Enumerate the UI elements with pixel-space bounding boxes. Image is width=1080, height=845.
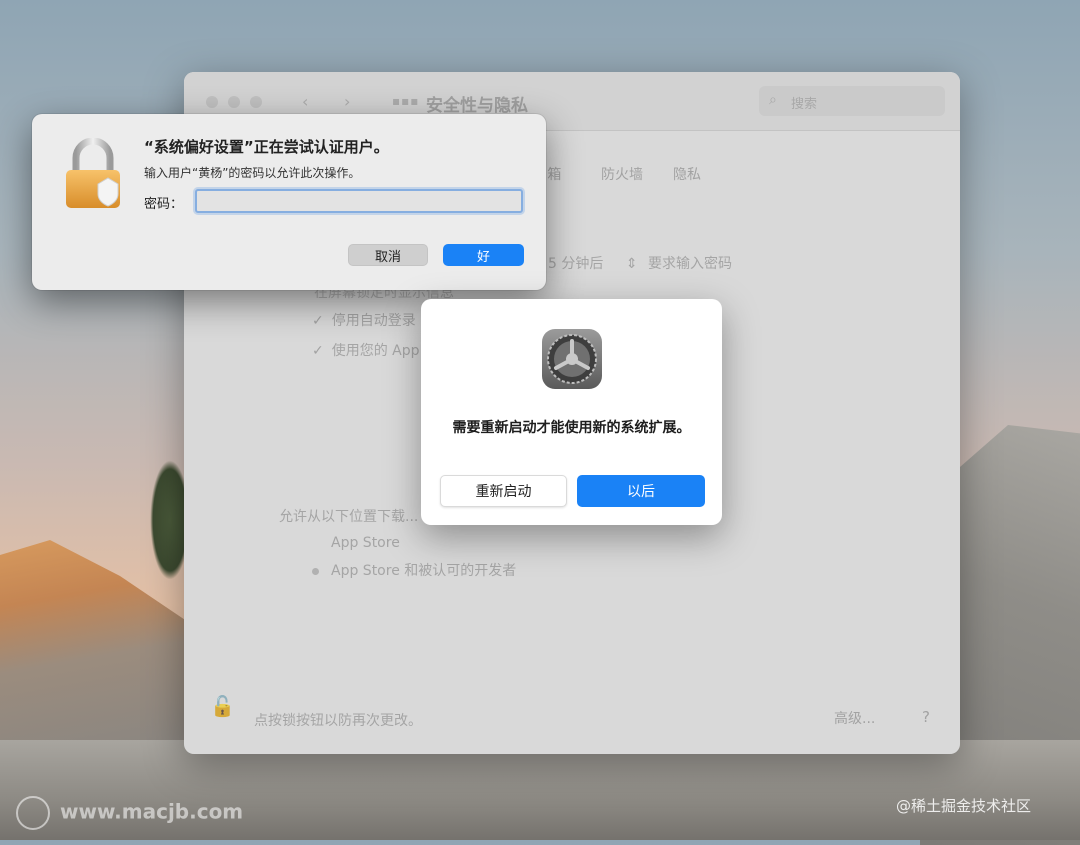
- radio-app-store-label: App Store: [331, 535, 400, 551]
- up-down-chevron-icon: ⇕: [625, 256, 638, 272]
- search-icon: ⌕: [769, 92, 777, 108]
- watermark-left-text: www.macjb.com: [60, 799, 244, 824]
- auth-dialog-subtitle: 输入用户“黄杨”的密码以允许此次操作。: [144, 166, 361, 180]
- password-field[interactable]: [195, 189, 523, 213]
- lock-hint: 点按锁按钮以防再次更改。: [254, 713, 422, 729]
- authentication-dialog: “系统偏好设置”正在尝试认证用户。 输入用户“黄杨”的密码以允许此次操作。 密码…: [32, 114, 546, 290]
- close-window-button[interactable]: [206, 96, 218, 108]
- use-apple-watch-checkbox[interactable]: ✓ 使用您的 App...: [312, 340, 433, 360]
- restart-button[interactable]: 重新启动: [440, 475, 567, 507]
- watermark-left: www.macjb.com: [16, 796, 243, 830]
- window-title: 安全性与隐私: [426, 96, 528, 116]
- watermark-right: @稀土掘金技术社区: [896, 797, 1032, 815]
- tab-firewall[interactable]: 防火墙: [601, 164, 643, 184]
- checkmark-icon: ✓: [312, 313, 324, 329]
- password-label: 密码：: [144, 197, 184, 212]
- watermark-logo-icon: [16, 796, 50, 830]
- radio-app-store-identified-label: App Store 和被认可的开发者: [331, 563, 517, 579]
- restart-required-alert: 需要重新启动才能使用新的系统扩展。 重新启动 以后: [421, 299, 722, 525]
- auth-dialog-title: “系统偏好设置”正在尝试认证用户。: [144, 138, 389, 156]
- use-apple-watch-label: 使用您的 App...: [331, 343, 433, 359]
- restart-alert-message: 需要重新启动才能使用新的系统扩展。: [452, 420, 691, 436]
- radio-app-store-identified[interactable]: App Store 和被认可的开发者: [312, 560, 516, 580]
- help-button[interactable]: ?: [922, 708, 930, 726]
- delay-value: 5 分钟后: [548, 256, 604, 272]
- lock-icon[interactable]: 🔓: [210, 694, 235, 718]
- later-button[interactable]: 以后: [577, 475, 705, 507]
- system-preferences-gear-icon: [542, 329, 602, 389]
- forward-chevron-icon[interactable]: ›: [344, 92, 350, 111]
- cancel-button[interactable]: 取消: [348, 244, 428, 266]
- minimize-window-button[interactable]: [228, 96, 240, 108]
- advanced-button[interactable]: 高级...: [834, 708, 875, 728]
- zoom-window-button[interactable]: [250, 96, 262, 108]
- disable-autologin-label: 停用自动登录: [331, 313, 416, 329]
- allow-downloads-label: 允许从以下位置下载...: [279, 509, 419, 525]
- padlock-icon: [66, 138, 120, 208]
- radio-icon: [312, 540, 319, 547]
- search-placeholder: 搜索: [791, 97, 818, 112]
- back-chevron-icon[interactable]: ‹: [302, 92, 308, 111]
- tab-privacy[interactable]: 隐私: [673, 164, 701, 184]
- radio-app-store[interactable]: App Store: [312, 535, 400, 551]
- require-password-delay-select[interactable]: 5 分钟后 ⇕: [548, 253, 638, 273]
- disable-autologin-checkbox[interactable]: ✓ 停用自动登录: [312, 310, 416, 330]
- checkmark-icon: ✓: [312, 343, 324, 359]
- ok-button[interactable]: 好: [443, 244, 524, 266]
- require-password-label: 要求输入密码: [648, 256, 732, 272]
- show-all-grid-icon[interactable]: ▪▪▪: [392, 94, 419, 108]
- search-field[interactable]: ⌕ 搜索: [759, 86, 945, 116]
- radio-selected-icon: [312, 567, 319, 575]
